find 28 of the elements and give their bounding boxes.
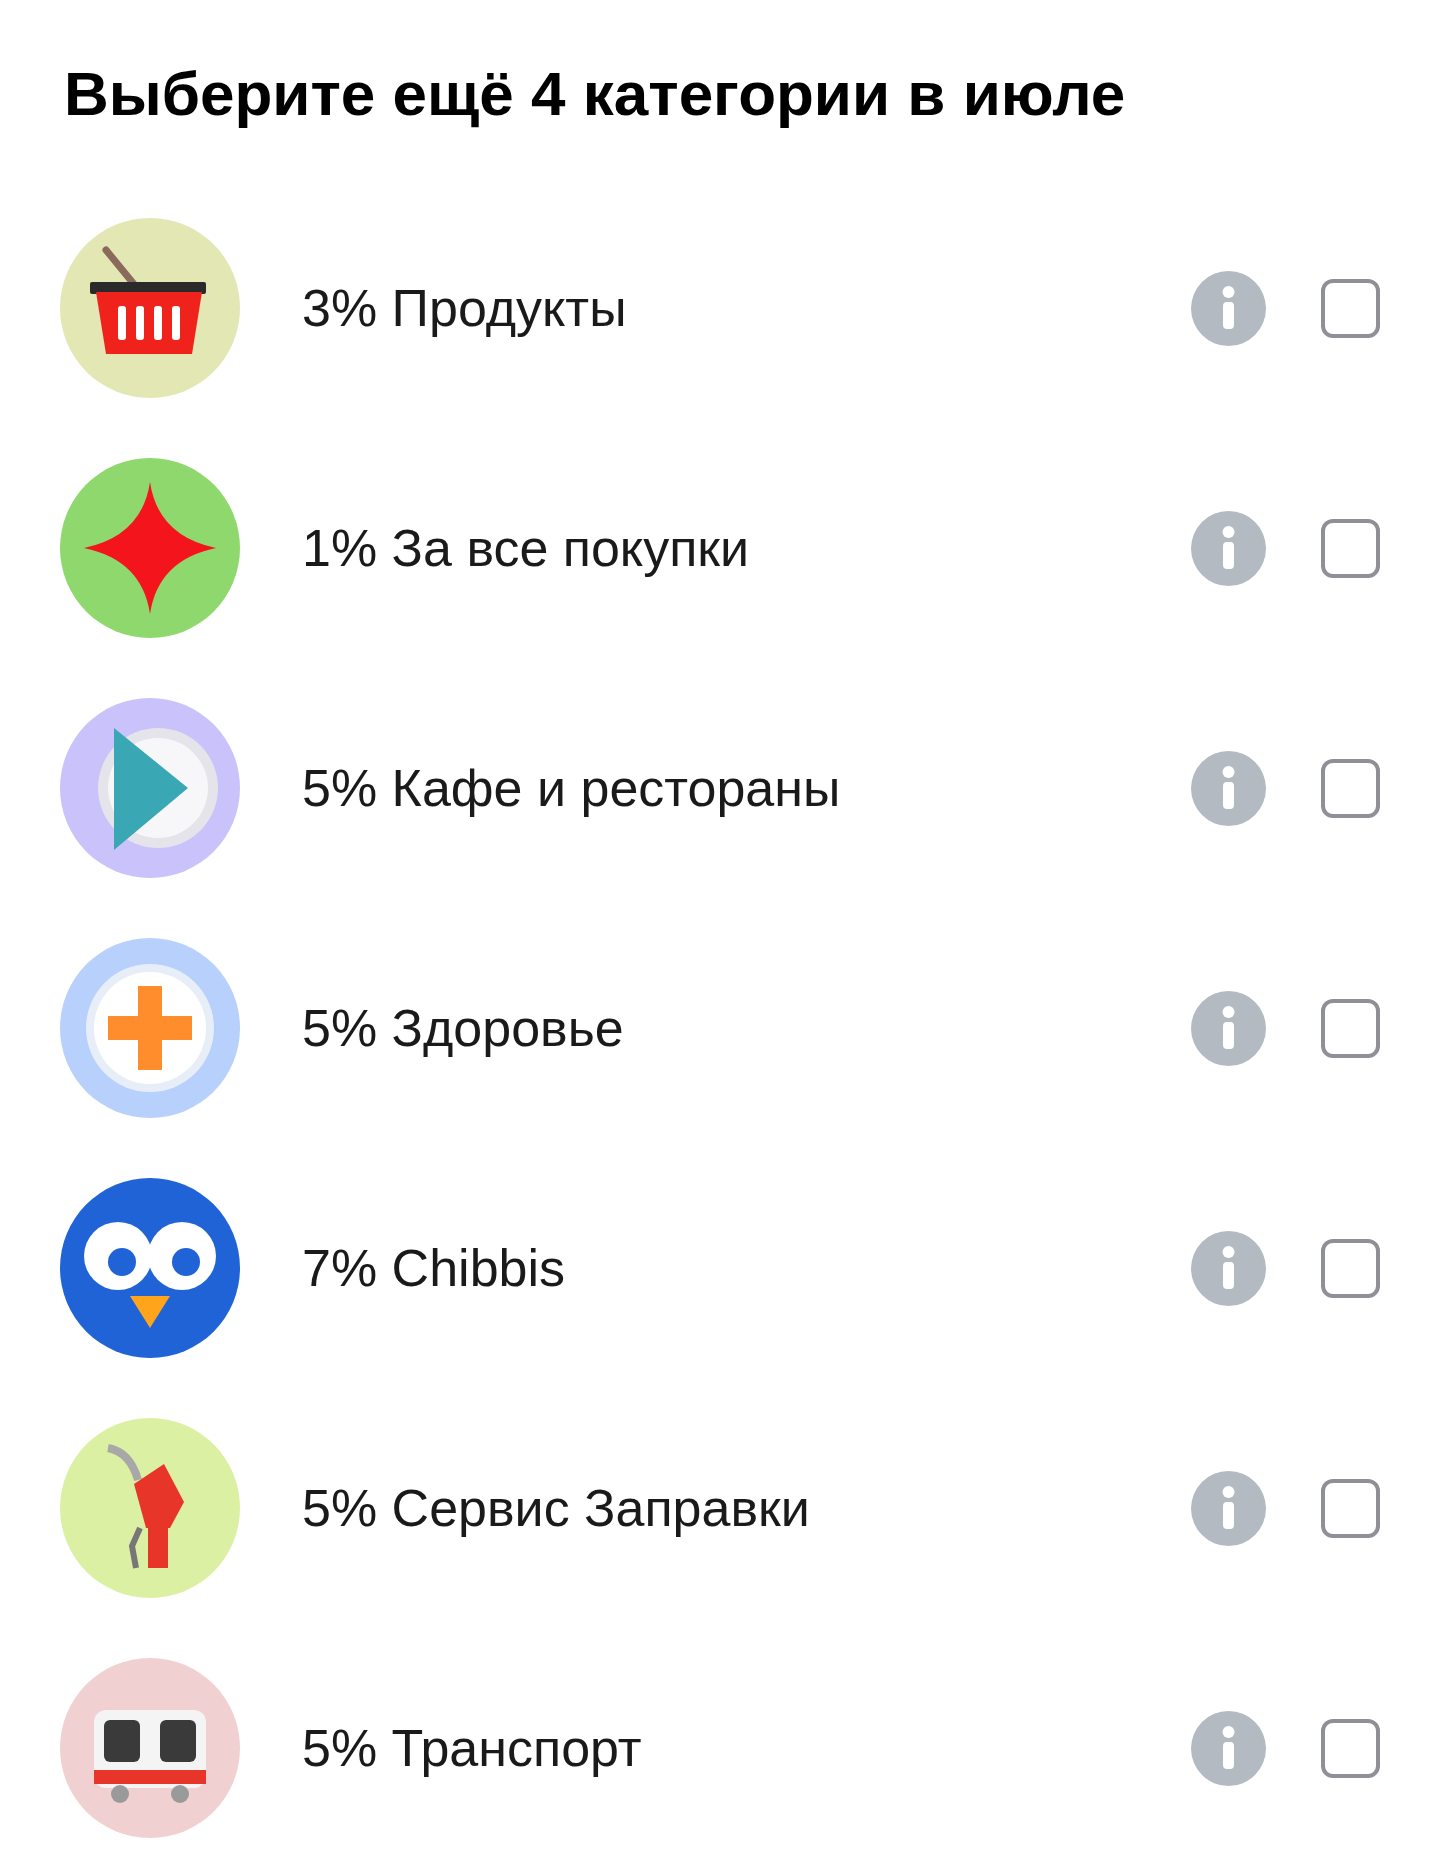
info-icon[interactable] bbox=[1191, 1470, 1266, 1546]
fuel-nozzle-icon bbox=[60, 1418, 240, 1598]
checkbox[interactable] bbox=[1321, 758, 1380, 818]
checkbox[interactable] bbox=[1321, 1238, 1380, 1298]
category-label: 5% Транспорт bbox=[302, 1718, 643, 1778]
checkbox[interactable] bbox=[1321, 1718, 1380, 1778]
category-label: 3% Продукты bbox=[302, 278, 628, 338]
category-label: 1% За все покупки bbox=[302, 518, 751, 578]
train-icon bbox=[60, 1658, 240, 1838]
plus-icon bbox=[60, 938, 240, 1118]
checkbox[interactable] bbox=[1321, 998, 1380, 1058]
checkbox[interactable] bbox=[1321, 1478, 1380, 1538]
info-icon[interactable] bbox=[1191, 1710, 1266, 1786]
category-label: 5% Кафе и рестораны bbox=[302, 758, 842, 818]
basket-icon bbox=[60, 218, 240, 398]
page-title: Выберите ещё 4 категории в июле bbox=[64, 58, 1127, 130]
checkbox[interactable] bbox=[1321, 518, 1380, 578]
category-label: 5% Сервис Заправки bbox=[302, 1478, 811, 1538]
bird-icon bbox=[60, 1178, 240, 1358]
info-icon[interactable] bbox=[1191, 990, 1266, 1066]
category-label: 5% Здоровье bbox=[302, 998, 625, 1058]
play-icon bbox=[60, 698, 240, 878]
info-icon[interactable] bbox=[1191, 1230, 1266, 1306]
info-icon[interactable] bbox=[1191, 270, 1266, 346]
category-label: 7% Chibbis bbox=[302, 1238, 567, 1298]
info-icon[interactable] bbox=[1191, 750, 1266, 826]
checkbox[interactable] bbox=[1321, 278, 1380, 338]
info-icon[interactable] bbox=[1191, 510, 1266, 586]
